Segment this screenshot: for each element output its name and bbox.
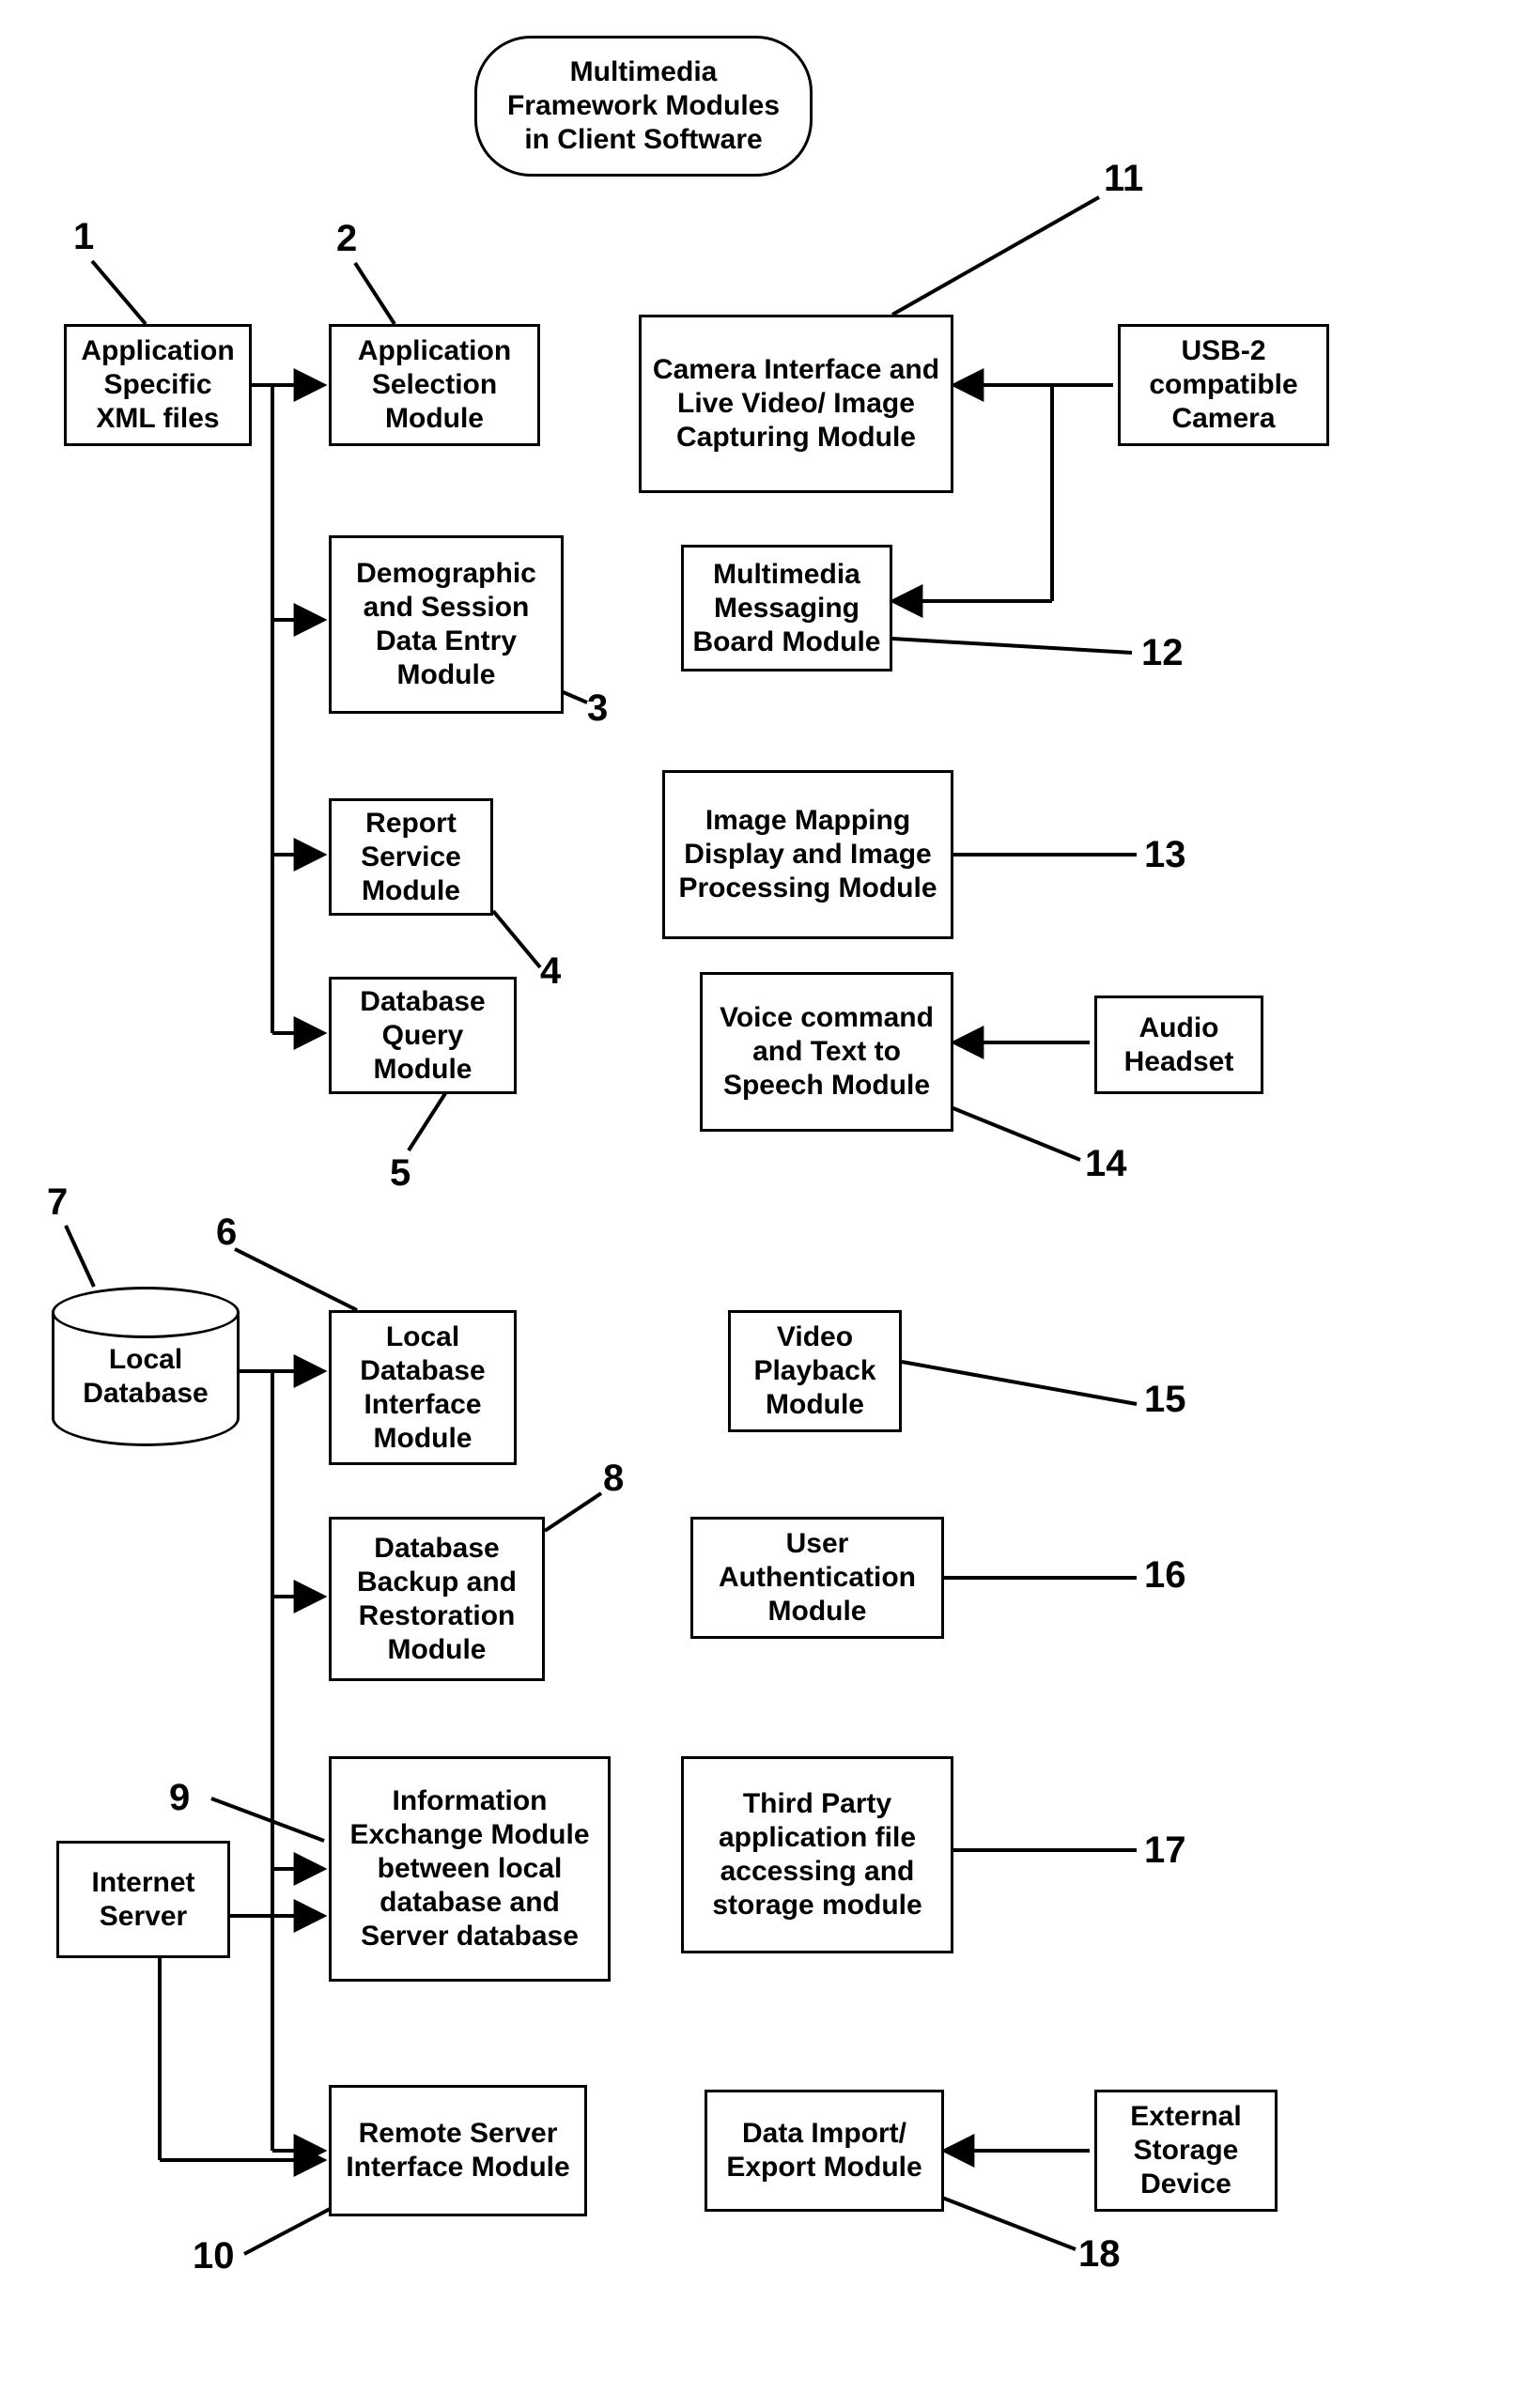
node-local-database: Local Database bbox=[52, 1287, 240, 1446]
ref-18: 18 bbox=[1078, 2233, 1121, 2276]
node-multimedia-msg-module: Multimedia Messaging Board Module bbox=[681, 545, 892, 671]
ref-7: 7 bbox=[47, 1181, 68, 1224]
node-audio-headset: Audio Headset bbox=[1094, 996, 1263, 1094]
node-internet-server: Internet Server bbox=[56, 1841, 230, 1958]
node-voice-command-module: Voice command and Text to Speech Module bbox=[700, 972, 953, 1132]
node-demographic-module: Demographic and Session Data Entry Modul… bbox=[329, 535, 564, 714]
ref-6: 6 bbox=[216, 1212, 237, 1254]
ref-16: 16 bbox=[1144, 1554, 1186, 1597]
node-camera-interface-module: Camera Interface and Live Video/ Image C… bbox=[639, 315, 953, 493]
ref-15: 15 bbox=[1144, 1379, 1186, 1421]
ref-13: 13 bbox=[1144, 834, 1186, 876]
node-info-exchange-module: Information Exchange Module between loca… bbox=[329, 1756, 611, 1982]
ref-10: 10 bbox=[193, 2235, 235, 2277]
node-data-import-export-module: Data Import/ Export Module bbox=[705, 2090, 944, 2212]
node-db-query-module: Database Query Module bbox=[329, 977, 517, 1094]
node-app-selection-module: Application Selection Module bbox=[329, 324, 540, 446]
ref-1: 1 bbox=[73, 216, 94, 258]
node-app-specific-xml: Application Specific XML files bbox=[64, 324, 252, 446]
ref-11: 11 bbox=[1104, 158, 1143, 200]
diagram-title: Multimedia Framework Modules in Client S… bbox=[474, 36, 813, 177]
node-report-service-module: Report Service Module bbox=[329, 798, 493, 916]
node-third-party-module: Third Party application file accessing a… bbox=[681, 1756, 953, 1953]
ref-4: 4 bbox=[540, 950, 561, 993]
ref-14: 14 bbox=[1085, 1143, 1127, 1185]
ref-9: 9 bbox=[169, 1777, 190, 1819]
node-video-playback-module: Video Playback Module bbox=[728, 1310, 902, 1432]
ref-12: 12 bbox=[1141, 632, 1184, 674]
node-usb-camera: USB-2 compatible Camera bbox=[1118, 324, 1329, 446]
ref-2: 2 bbox=[336, 218, 357, 260]
node-remote-server-module: Remote Server Interface Module bbox=[329, 2085, 587, 2216]
node-image-mapping-module: Image Mapping Display and Image Processi… bbox=[662, 770, 953, 939]
ref-3: 3 bbox=[587, 687, 608, 730]
node-local-database-label: Local Database bbox=[52, 1343, 240, 1411]
ref-17: 17 bbox=[1144, 1829, 1186, 1872]
node-user-auth-module: User Authentication Module bbox=[690, 1517, 944, 1639]
node-external-storage: External Storage Device bbox=[1094, 2090, 1278, 2212]
ref-8: 8 bbox=[603, 1458, 624, 1500]
node-db-backup-module: Database Backup and Restoration Module bbox=[329, 1517, 545, 1681]
ref-5: 5 bbox=[390, 1152, 410, 1195]
node-local-db-interface-module: Local Database Interface Module bbox=[329, 1310, 517, 1465]
